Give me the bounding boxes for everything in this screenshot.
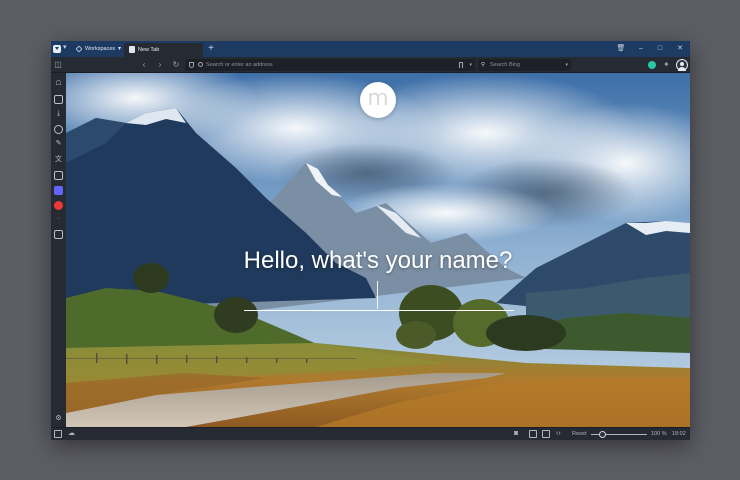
window-icon[interactable] (54, 171, 63, 180)
search-icon (198, 62, 203, 67)
window-icon[interactable] (542, 430, 550, 438)
workspaces-button[interactable]: Workspaces ▾ (74, 43, 124, 55)
notes-icon[interactable]: ✎ (53, 138, 64, 149)
settings-icon[interactable]: ⚙ (53, 413, 64, 424)
forward-icon[interactable]: › (153, 57, 167, 73)
close-icon[interactable]: ✕ (670, 41, 690, 57)
greeting-heading: Hello, what's your name? (243, 247, 513, 274)
start-page-logo: m (360, 82, 396, 118)
panel-toggle-icon[interactable] (54, 430, 62, 438)
history-icon[interactable] (54, 125, 63, 134)
bing-search-icon[interactable]: ⚲ (481, 59, 485, 71)
tab-title: New Tab (138, 47, 160, 53)
start-page: m Hello, what's your name? (66, 73, 690, 427)
minimize-icon[interactable]: – (631, 41, 651, 57)
chevron-down-icon[interactable]: ▾ (565, 59, 568, 71)
profile-avatar[interactable] (676, 59, 688, 71)
maximize-icon[interactable]: □ (650, 41, 670, 57)
status-bar: ☁ ◙ ‹› Reset 100 % 18:02 (51, 427, 690, 440)
search-field[interactable]: ⚲ Search Bing ▾ (478, 59, 571, 71)
extension-icon[interactable] (648, 61, 656, 69)
chevron-down-icon[interactable]: ▾ (469, 59, 472, 71)
search-placeholder[interactable]: Search Bing (490, 59, 520, 71)
page-actions-icon[interactable]: ‹› (556, 428, 561, 440)
name-input[interactable] (244, 279, 514, 311)
url-field[interactable]: Search or enter an address ▾ (185, 59, 475, 71)
trash-icon[interactable]: 🗑 (611, 41, 631, 57)
side-panel: ☖ ⤓ ✎ 文 – ⚙ (51, 73, 66, 427)
zoom-level: 100 % (651, 431, 667, 437)
text-cursor (377, 281, 378, 309)
vivaldi-icon[interactable] (54, 201, 63, 210)
add-panel-icon[interactable] (54, 230, 63, 239)
browser-window: ▾ Workspaces ▾ New Tab + 🗑 – □ ✕ ◫ ‹ › ↻… (51, 41, 690, 440)
workspaces-icon (75, 45, 83, 53)
panel-toggle-icon[interactable]: ◫ (51, 57, 65, 73)
separator-icon: – (57, 216, 60, 222)
zoom-reset-button[interactable]: Reset (572, 428, 586, 440)
chevron-down-icon: ▾ (118, 46, 122, 52)
tiling-icon[interactable] (529, 430, 537, 438)
bookmark-icon[interactable] (459, 62, 463, 68)
chevron-down-icon[interactable]: ▾ (63, 43, 67, 51)
camera-icon[interactable]: ◙ (514, 428, 518, 440)
translate-icon[interactable]: 文 (53, 154, 64, 165)
mastodon-icon[interactable] (54, 186, 63, 195)
page-icon (129, 46, 135, 53)
tab-bar: ▾ Workspaces ▾ New Tab + 🗑 – □ ✕ (51, 41, 690, 57)
tab-new-tab[interactable]: New Tab (124, 43, 203, 57)
cloud-sync-icon[interactable]: ☁ (68, 428, 75, 440)
downloads-icon[interactable]: ⤓ (53, 108, 64, 119)
new-tab-button[interactable]: + (205, 41, 217, 57)
zoom-slider-thumb[interactable] (599, 431, 606, 438)
back-icon[interactable]: ‹ (137, 57, 151, 73)
address-bar: ◫ ‹ › ↻ Search or enter an address ▾ ⚲ S… (51, 57, 690, 73)
extensions-puzzle-icon[interactable]: ✦ (663, 57, 673, 73)
reading-list-icon[interactable] (54, 95, 63, 104)
vivaldi-menu-icon[interactable] (53, 45, 61, 53)
url-placeholder[interactable]: Search or enter an address (206, 59, 273, 71)
workspaces-label: Workspaces (85, 46, 116, 52)
clock: 18:02 (672, 431, 686, 437)
shield-icon[interactable] (189, 62, 194, 68)
reload-icon[interactable]: ↻ (169, 57, 183, 73)
bookmarks-icon[interactable]: ☖ (53, 78, 64, 89)
logo-letter: m (367, 86, 389, 111)
